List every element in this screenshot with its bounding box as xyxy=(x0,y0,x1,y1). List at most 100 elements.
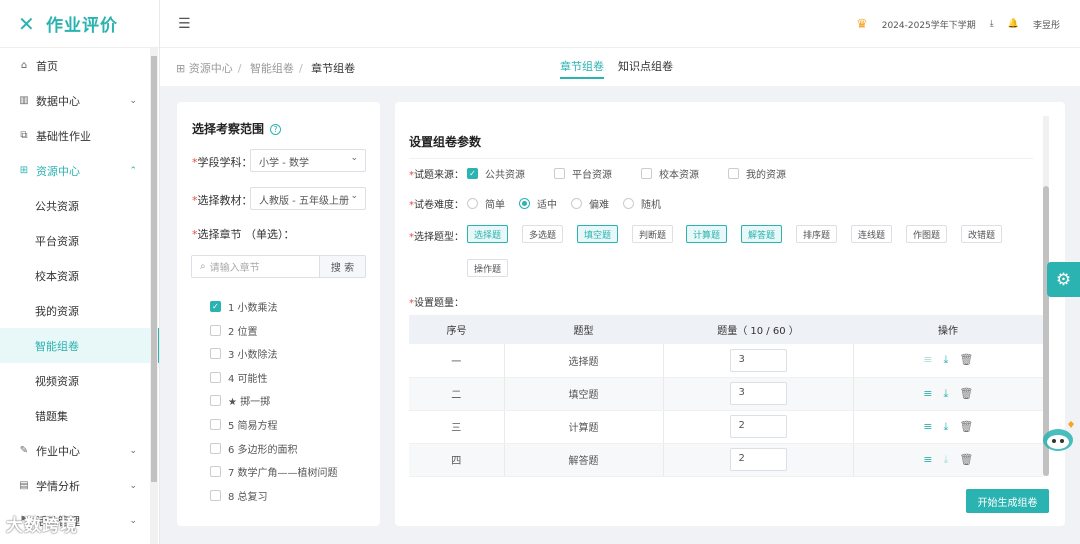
sidebar-item-home[interactable]: ⌂ 首页 xyxy=(0,48,159,83)
checkbox[interactable] xyxy=(210,371,221,383)
source-option[interactable]: 我的资源 xyxy=(728,166,786,181)
checkbox[interactable] xyxy=(210,324,221,336)
mascot-icon[interactable] xyxy=(1041,418,1077,454)
difficulty-option[interactable]: 随机 xyxy=(623,196,661,211)
x-logo-icon: ✕ xyxy=(18,11,35,36)
difficulty-option[interactable]: 适中 xyxy=(519,196,557,211)
delete-icon[interactable]: 🗑 xyxy=(959,353,973,367)
chapter-item[interactable]: 4 可能性 xyxy=(210,370,268,385)
semester-label[interactable]: 2024-2025学年下学期 xyxy=(882,18,976,31)
chapter-item[interactable]: ✓ 1 小数乘法 xyxy=(210,299,278,314)
qtype-tag[interactable]: 填空题 xyxy=(577,225,619,243)
checkbox[interactable] xyxy=(728,168,739,179)
count-input[interactable]: 3 xyxy=(729,348,787,372)
move-down-icon: ⤓ xyxy=(943,452,949,466)
sidebar-item-data-center[interactable]: ▥ 数据中心 ⌄ xyxy=(0,83,159,118)
sidebar-item-my-resources[interactable]: 我的资源 xyxy=(0,293,159,328)
source-option[interactable]: 校本资源 xyxy=(641,166,699,181)
qtype-tag[interactable]: 判断题 xyxy=(632,225,674,243)
checkbox[interactable] xyxy=(210,348,221,360)
chapter-item[interactable]: ★ 掷一掷 xyxy=(210,393,270,408)
qtype-tag[interactable]: 解答题 xyxy=(741,225,783,243)
count-input[interactable]: 2 xyxy=(729,415,787,438)
subject-select[interactable]: 小学 - 数学 ⌄ xyxy=(250,149,366,172)
count-input[interactable]: 2 xyxy=(729,448,787,471)
qtype-tag[interactable]: 排序题 xyxy=(796,225,838,243)
menu-toggle-icon[interactable]: ☰ xyxy=(178,16,191,32)
breadcrumb-item[interactable]: 智能组卷 xyxy=(250,62,294,75)
sidebar-item-platform-resources[interactable]: 平台资源 xyxy=(0,223,159,258)
move-up-icon[interactable]: ≡ xyxy=(923,420,932,434)
qtype-tag[interactable]: 选择题 xyxy=(467,225,509,243)
qtype-tag[interactable]: 改错题 xyxy=(961,225,1003,243)
move-down-icon[interactable]: ⤓ xyxy=(943,387,948,401)
difficulty-option[interactable]: 简单 xyxy=(467,196,505,211)
params-panel: 设置组卷参数 *试题来源： ✓ 公共资源 平台资源 校本资源 我的资源 *试卷难度： 简… xyxy=(395,102,1065,526)
breadcrumb-current: 章节组卷 xyxy=(311,62,356,75)
sidebar-item-resource-center[interactable]: ⊞ 资源中心 ⌃ xyxy=(0,153,159,188)
checkbox[interactable] xyxy=(210,442,221,454)
checkbox[interactable]: ✓ xyxy=(467,168,478,179)
checkbox[interactable]: ✓ xyxy=(210,301,221,312)
checkbox[interactable] xyxy=(210,395,221,407)
generate-paper-button[interactable]: 开始生成组卷 xyxy=(966,489,1049,513)
radio[interactable] xyxy=(467,198,478,209)
breadcrumb-item[interactable]: 资源中心 xyxy=(189,62,233,75)
qtype-tag[interactable]: 连线题 xyxy=(851,225,893,243)
source-option[interactable]: 平台资源 xyxy=(554,166,612,181)
sidebar-item-homework-center[interactable]: ✎ 作业中心 ⌄ xyxy=(0,433,159,468)
move-up-icon[interactable]: ≡ xyxy=(923,387,932,401)
sidebar-item-basic-homework[interactable]: ⧉ 基础性作业 xyxy=(0,118,159,153)
qtype-tag[interactable]: 计算题 xyxy=(686,225,728,243)
difficulty-option[interactable]: 偏难 xyxy=(571,196,609,211)
chapter-item[interactable]: 3 小数除法 xyxy=(210,346,278,361)
chapter-item[interactable]: 2 位置 xyxy=(210,323,258,338)
tab-chapter-paper[interactable]: 章节组卷 xyxy=(560,58,604,79)
sidebar-item-mistakes[interactable]: 错题集 xyxy=(0,398,159,433)
sidebar-item-smart-paper[interactable]: 智能组卷 xyxy=(0,328,159,363)
textbook-select[interactable]: 人教版 - 五年级上册 ⌄ xyxy=(250,187,366,210)
chapter-item[interactable]: 5 简易方程 xyxy=(210,417,278,432)
checkbox[interactable] xyxy=(210,466,221,478)
delete-icon[interactable]: 🗑 xyxy=(959,387,973,401)
sidebar-item-learning-analysis[interactable]: ▤ 学情分析 ⌄ xyxy=(0,468,159,503)
user-name[interactable]: 李昱彤 xyxy=(1033,18,1060,31)
checkbox[interactable] xyxy=(641,168,652,179)
download-icon[interactable]: ⤓ xyxy=(990,19,994,29)
tab-knowledge-paper[interactable]: 知识点组卷 xyxy=(618,58,673,79)
chapter-item[interactable]: 7 数学广角——植树问题 xyxy=(210,464,338,479)
checkbox[interactable] xyxy=(210,419,221,430)
qtype-tag[interactable]: 作图题 xyxy=(906,225,948,243)
help-icon[interactable]: ? xyxy=(270,124,282,135)
bell-icon[interactable]: 🔔 xyxy=(1008,19,1019,29)
sidebar-item-school-resources[interactable]: 校本资源 xyxy=(0,258,159,293)
sidebar-item-public-resources[interactable]: 公共资源 xyxy=(0,188,159,223)
move-down-icon[interactable]: ⤓ xyxy=(943,353,948,367)
chevron-down-icon: ⌄ xyxy=(350,191,358,201)
search-button[interactable]: 搜 索 xyxy=(319,256,365,277)
qtype-tag[interactable]: 多选题 xyxy=(522,225,564,243)
qtype-tag[interactable]: 操作题 xyxy=(467,259,509,277)
radio[interactable] xyxy=(623,198,634,209)
scrollbar-thumb[interactable] xyxy=(151,56,157,482)
delete-icon[interactable]: 🗑 xyxy=(959,420,973,434)
sidebar-item-video-resources[interactable]: 视频资源 xyxy=(0,363,159,398)
search-icon: ⌕ xyxy=(200,261,206,272)
chapter-search-input[interactable]: ⌕ 请输入章节 xyxy=(192,256,319,277)
move-up-icon[interactable]: ≡ xyxy=(923,453,932,467)
logo[interactable]: ✕ 作业评价 xyxy=(0,0,159,48)
sidebar-scrollbar[interactable] xyxy=(150,48,158,544)
textbook-label: *选择教材： xyxy=(192,194,253,207)
delete-icon[interactable]: 🗑 xyxy=(959,453,973,467)
chapter-item[interactable]: 8 总复习 xyxy=(210,488,268,503)
settings-gear-icon[interactable]: ⚙ xyxy=(1047,262,1080,297)
checkbox[interactable] xyxy=(210,489,221,501)
radio[interactable] xyxy=(519,198,530,209)
source-option[interactable]: ✓ 公共资源 xyxy=(467,166,525,181)
count-input[interactable]: 3 xyxy=(729,382,787,405)
checkbox[interactable] xyxy=(554,168,565,179)
vip-crown-icon[interactable]: ♛ xyxy=(856,17,868,32)
chapter-item[interactable]: 6 多边形的面积 xyxy=(210,441,298,456)
move-down-icon[interactable]: ⤓ xyxy=(943,420,948,434)
radio[interactable] xyxy=(571,198,582,209)
